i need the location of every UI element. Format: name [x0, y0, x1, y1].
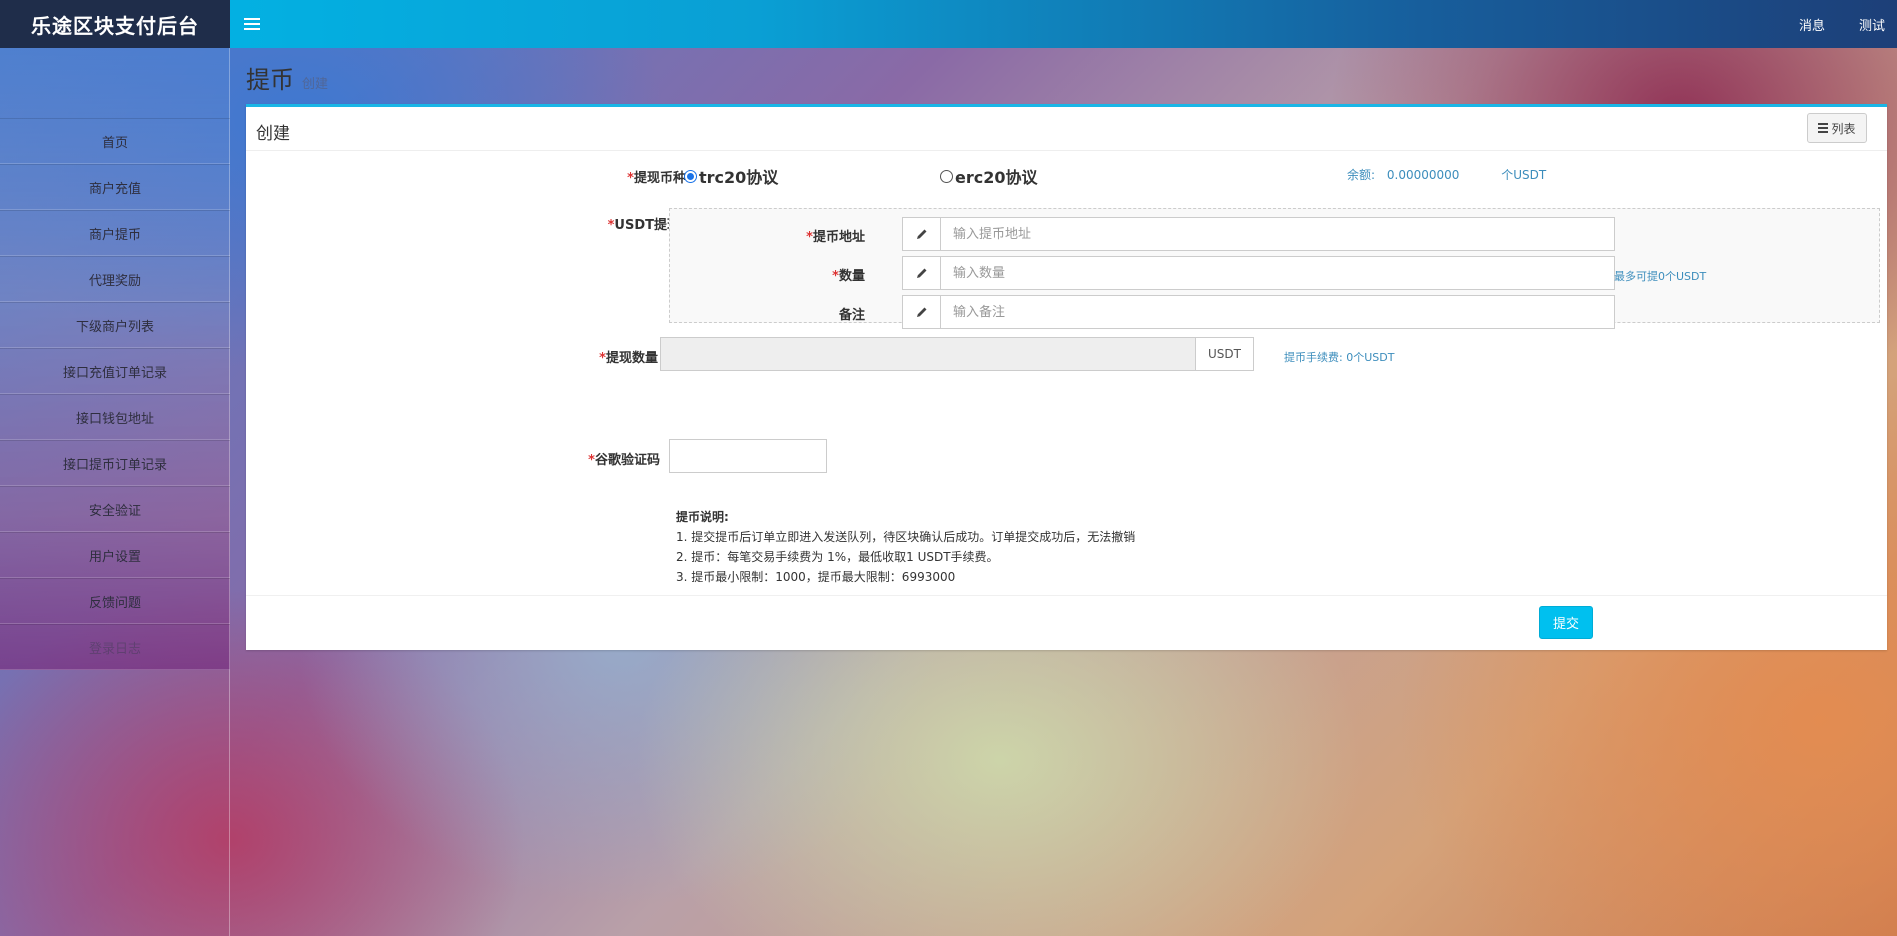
top-links: 消息 测试: [1765, 0, 1885, 48]
quantity-input[interactable]: [940, 256, 1615, 290]
notes-line: 1. 提交提币后订单立即进入发送队列，待区块确认后成功。订单提交成功后，无法撤销: [676, 530, 1136, 544]
sidebar-item-feedback[interactable]: 反馈问题: [0, 578, 230, 624]
panel-title: 创建: [256, 124, 290, 144]
pencil-icon: [902, 295, 940, 329]
radio-erc20[interactable]: erc20协议: [940, 164, 1038, 188]
sidebar-menu: 首页 商户充值 商户提币 代理奖励 下级商户列表 接口充值订单记录 接口钱包地址…: [0, 118, 230, 670]
radio-trc20[interactable]: trc20协议: [684, 164, 778, 188]
list-button[interactable]: 列表: [1807, 113, 1867, 143]
quantity-label: *数量: [832, 269, 865, 284]
create-panel: 创建 列表 *提现币种 trc20协议 erc20协议 余额: 0.000000…: [246, 104, 1887, 650]
brand-logo[interactable]: 乐途区块支付后台: [0, 0, 230, 48]
address-input-group: [902, 217, 1615, 251]
radio-checked-icon: [684, 169, 697, 183]
page-subtitle: 创建: [302, 77, 329, 92]
notes-line: 3. 提币最小限制：1000，提币最大限制：6993000: [676, 570, 956, 584]
sidebar-item-sub-merchants[interactable]: 下级商户列表: [0, 302, 230, 348]
sidebar-item-merchant-withdraw[interactable]: 商户提币: [0, 210, 230, 256]
balance-info: 余额: 0.00000000 个USDT: [1347, 166, 1554, 183]
remark-input[interactable]: [940, 295, 1615, 329]
sidebar-item-user-settings[interactable]: 用户设置: [0, 532, 230, 578]
coin-type-label: *提现币种: [627, 171, 686, 186]
page-header: 提币 创建: [246, 60, 328, 95]
balance-label: 余额:: [1347, 168, 1376, 182]
max-withdraw-hint: 最多可提0个USDT: [1614, 270, 1707, 283]
remark-label: 备注: [838, 308, 865, 323]
notes-title: 提币说明:: [676, 510, 729, 524]
user-link[interactable]: 测试: [1859, 15, 1885, 34]
messages-link[interactable]: 消息: [1799, 15, 1825, 34]
usdt-withdraw-box: *提币地址 *数量 备注: [669, 208, 1880, 329]
sidebar-item-login-log[interactable]: 登录日志: [0, 624, 230, 670]
page-title: 提币: [246, 66, 294, 94]
sidebar-item-home[interactable]: 首页: [0, 118, 230, 164]
panel-footer: 提交: [246, 595, 1887, 650]
sidebar-item-agent-reward[interactable]: 代理奖励: [0, 256, 230, 302]
pencil-icon: [902, 256, 940, 290]
google-auth-input[interactable]: [669, 439, 827, 473]
sidebar-item-api-wallet-address[interactable]: 接口钱包地址: [0, 394, 230, 440]
usdt-withdraw-label: *USDT提现: [607, 218, 680, 233]
list-button-label: 列表: [1831, 121, 1856, 136]
captcha-label: *谷歌验证码: [588, 453, 660, 468]
withdraw-amount-label: *提现数量: [599, 351, 658, 366]
list-icon: [1818, 123, 1829, 133]
remark-input-group: [902, 295, 1615, 329]
withdraw-notes: 提币说明: 1. 提交提币后订单立即进入发送队列，待区块确认后成功。订单提交成功…: [676, 507, 1135, 587]
menu-toggle-icon[interactable]: [244, 14, 260, 34]
sidebar-item-api-withdraw-orders[interactable]: 接口提币订单记录: [0, 440, 230, 486]
radio-unchecked-icon: [940, 169, 953, 183]
pencil-icon: [902, 217, 940, 251]
sidebar-item-api-recharge-orders[interactable]: 接口充值订单记录: [0, 348, 230, 394]
submit-button[interactable]: 提交: [1539, 606, 1593, 639]
fee-hint: 提币手续费: 0个USDT: [1284, 351, 1395, 364]
address-input[interactable]: [940, 217, 1615, 251]
panel-header: 创建 列表: [246, 107, 1887, 151]
withdraw-amount-group: USDT: [660, 337, 1254, 371]
sidebar-item-security[interactable]: 安全验证: [0, 486, 230, 532]
sidebar-divider: [229, 670, 230, 936]
withdraw-amount-input: [660, 337, 1196, 371]
withdraw-amount-unit: USDT: [1196, 337, 1254, 371]
balance-unit: 个USDT: [1501, 168, 1547, 182]
notes-line: 2. 提币：每笔交易手续费为 1%，最低收取1 USDT手续费。: [676, 550, 999, 564]
quantity-input-group: [902, 256, 1615, 290]
top-navbar: 乐途区块支付后台 消息 测试: [0, 0, 1897, 48]
address-label: *提币地址: [806, 230, 865, 245]
sidebar: 首页 商户充值 商户提币 代理奖励 下级商户列表 接口充值订单记录 接口钱包地址…: [0, 48, 230, 670]
sidebar-item-merchant-recharge[interactable]: 商户充值: [0, 164, 230, 210]
balance-value: 0.00000000: [1386, 168, 1460, 182]
